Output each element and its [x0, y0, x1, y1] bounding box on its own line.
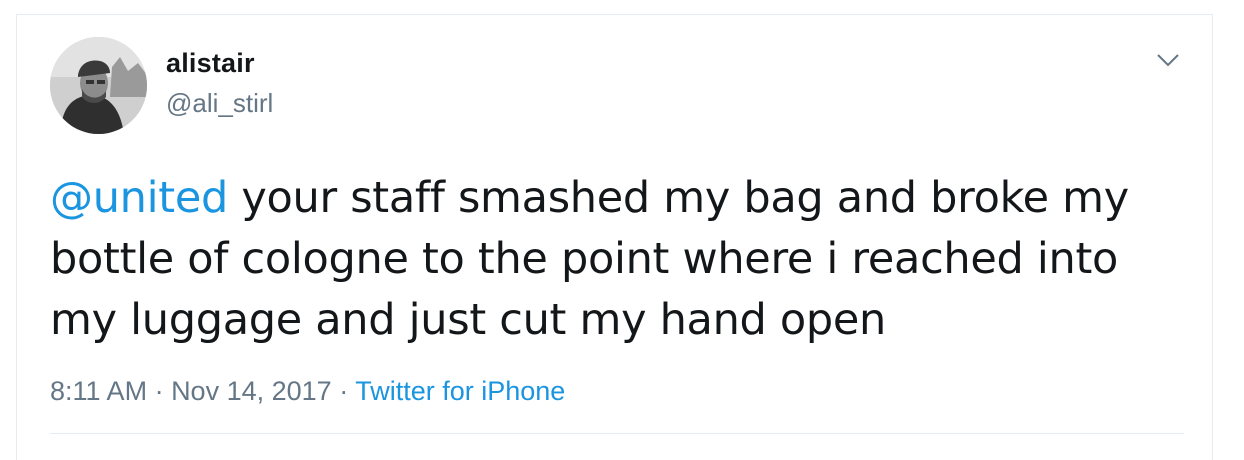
meta-separator: · [147, 376, 172, 406]
avatar[interactable] [50, 37, 147, 134]
chevron-down-icon[interactable] [1154, 50, 1182, 70]
mention-link[interactable]: @united [50, 173, 228, 223]
tweet-source-link[interactable]: Twitter for iPhone [355, 376, 565, 406]
profile-photo-icon [50, 37, 147, 134]
divider [50, 433, 1184, 434]
author-handle[interactable]: @ali_stirl [166, 88, 273, 119]
tweet-time[interactable]: 8:11 AM [50, 376, 147, 406]
tweet-meta: 8:11 AM · Nov 14, 2017 · Twitter for iPh… [50, 376, 565, 407]
meta-separator: · [331, 376, 356, 406]
tweet-text: @united your staff smashed my bag and br… [50, 168, 1190, 351]
tweet-date[interactable]: Nov 14, 2017 [171, 376, 332, 406]
author-name[interactable]: alistair [166, 48, 255, 79]
